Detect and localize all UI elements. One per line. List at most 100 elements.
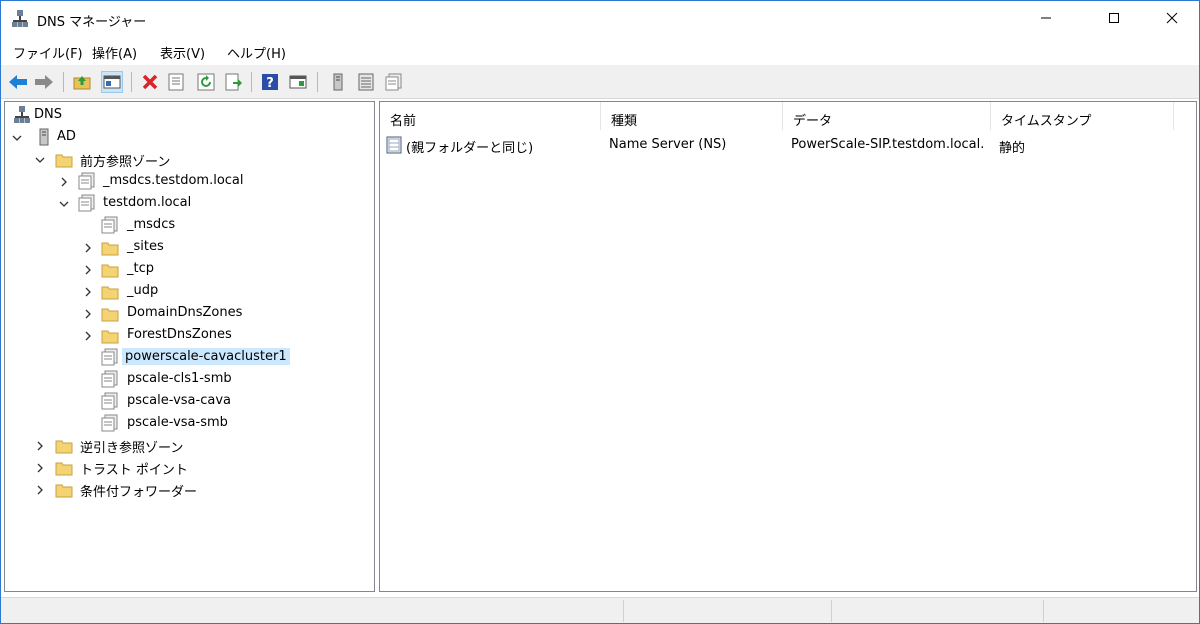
column-header-type[interactable]: 種類	[601, 102, 783, 130]
tree-item-conditional-forwarders[interactable]: 条件付フォワーダー	[5, 479, 365, 500]
folder-icon	[101, 286, 119, 300]
menu-bar: ファイル(F) 操作(A) 表示(V) ヘルプ(H)	[1, 37, 1199, 65]
folder-icon	[101, 264, 119, 278]
chevron-down-icon[interactable]	[58, 198, 70, 210]
toolbar-separator	[63, 72, 64, 92]
records-list-pane[interactable]: 名前 種類 データ タイムスタンプ (親フォルダーと同じ) Name Serve…	[379, 101, 1197, 592]
tree-item-sites[interactable]: _sites	[5, 237, 365, 258]
svg-text:?: ?	[266, 76, 274, 91]
zone-button[interactable]	[383, 71, 405, 93]
tree-label: _sites	[127, 239, 164, 254]
chevron-down-icon[interactable]	[11, 132, 23, 144]
zone-icon	[101, 414, 118, 432]
tree-label: pscale-vsa-smb	[127, 415, 228, 430]
title-bar: DNS マネージャー	[1, 1, 1199, 37]
column-header-timestamp[interactable]: タイムスタンプ	[991, 102, 1174, 130]
record-name: (親フォルダーと同じ)	[406, 141, 534, 156]
menu-help[interactable]: ヘルプ(H)	[227, 43, 286, 62]
export-list-button[interactable]	[223, 71, 245, 93]
tree-label: 逆引き参照ゾーン	[80, 441, 184, 456]
chevron-right-icon[interactable]	[34, 462, 46, 474]
toolbar-separator	[251, 72, 252, 92]
show-hide-console-tree-button[interactable]	[101, 71, 123, 93]
status-segment	[1043, 600, 1193, 622]
up-folder-button[interactable]	[71, 71, 93, 93]
chevron-right-icon[interactable]	[34, 440, 46, 452]
tree-label: DNS	[34, 107, 62, 122]
tree-item-pscale-cls1-smb[interactable]: pscale-cls1-smb	[5, 369, 365, 390]
chevron-right-icon[interactable]	[82, 308, 94, 320]
tree-label: 条件付フォワーダー	[80, 485, 198, 500]
chevron-right-icon[interactable]	[82, 242, 94, 254]
close-button[interactable]	[1149, 1, 1195, 35]
console-tree-icon	[103, 75, 121, 89]
tree-item-msdcs[interactable]: _msdcs	[5, 215, 365, 236]
zone-icon	[101, 370, 118, 388]
folder-icon	[55, 484, 73, 498]
chevron-right-icon[interactable]	[82, 264, 94, 276]
menu-view[interactable]: 表示(V)	[160, 43, 205, 62]
refresh-button[interactable]	[195, 71, 217, 93]
record-data: PowerScale-SIP.testdom.local.	[791, 137, 985, 152]
folder-icon	[101, 242, 119, 256]
delete-button[interactable]	[139, 71, 161, 93]
show-hide-action-pane-button[interactable]	[287, 71, 309, 93]
folder-icon	[55, 462, 73, 476]
tree-item-tcp[interactable]: _tcp	[5, 259, 365, 280]
tree-item-pscale-vsa-smb[interactable]: pscale-vsa-smb	[5, 413, 365, 434]
chevron-down-icon[interactable]	[34, 154, 46, 166]
chevron-right-icon[interactable]	[82, 286, 94, 298]
chevron-right-icon[interactable]	[58, 176, 70, 188]
tree-item-testdom-zone[interactable]: testdom.local	[5, 193, 365, 214]
record-timestamp: 静的	[999, 141, 1026, 156]
toolbar-separator	[131, 72, 132, 92]
folder-icon	[55, 440, 73, 454]
folder-icon	[101, 330, 119, 344]
back-button[interactable]	[7, 71, 29, 93]
column-header-name[interactable]: 名前	[380, 102, 601, 130]
minimize-button[interactable]	[1023, 1, 1069, 35]
tree-label: トラスト ポイント	[80, 463, 188, 478]
tree-item-powerscale-cavacluster1[interactable]: powerscale-cavacluster1	[5, 347, 365, 368]
tree-item-domaindnszones[interactable]: DomainDnsZones	[5, 303, 365, 324]
zone-icon	[78, 194, 95, 212]
server-button[interactable]	[327, 71, 349, 93]
tree-item-dns[interactable]: DNS	[5, 105, 365, 126]
up-folder-icon	[73, 76, 91, 90]
dns-icon	[14, 106, 30, 123]
tree-item-server-ad[interactable]: AD	[5, 127, 365, 148]
record-type: Name Server (NS)	[609, 137, 727, 152]
record-icon	[386, 136, 402, 154]
zone-icon	[101, 392, 118, 410]
dns-manager-window: DNS マネージャー ファイル(F) 操作(A) 表示(V) ヘルプ(H) ? …	[0, 0, 1200, 624]
tree-item-pscale-vsa-cava[interactable]: pscale-vsa-cava	[5, 391, 365, 412]
tree-item-reverse-zones[interactable]: 逆引き参照ゾーン	[5, 435, 365, 456]
properties-button[interactable]	[165, 71, 187, 93]
chevron-right-icon[interactable]	[82, 330, 94, 342]
properties-icon	[168, 73, 184, 91]
status-segment	[831, 600, 1041, 622]
folder-icon	[55, 154, 73, 168]
tree-label: _msdcs	[127, 217, 176, 232]
maximize-button[interactable]	[1091, 1, 1137, 35]
forward-button[interactable]	[33, 71, 55, 93]
tree-label: pscale-cls1-smb	[127, 371, 232, 386]
maximize-icon	[1109, 13, 1119, 23]
menu-file[interactable]: ファイル(F)	[13, 43, 83, 62]
help-button[interactable]: ?	[259, 71, 281, 93]
console-tree-pane[interactable]: DNS AD 前方参照ゾーン _msdcs.testdom.local test…	[4, 101, 375, 592]
list-button[interactable]	[355, 71, 377, 93]
zone-icon	[385, 73, 402, 91]
tree-item-forestdnszones[interactable]: ForestDnsZones	[5, 325, 365, 346]
delete-icon	[142, 74, 158, 90]
list-icon	[358, 73, 374, 91]
column-header-data[interactable]: データ	[783, 102, 991, 130]
tree-label: pscale-vsa-cava	[127, 393, 231, 408]
window-title: DNS マネージャー	[37, 15, 147, 30]
chevron-right-icon[interactable]	[34, 484, 46, 496]
tree-item-forward-zones[interactable]: 前方参照ゾーン	[5, 149, 365, 170]
tree-item-udp[interactable]: _udp	[5, 281, 365, 302]
menu-action[interactable]: 操作(A)	[92, 43, 137, 62]
tree-item-trust-points[interactable]: トラスト ポイント	[5, 457, 365, 478]
tree-item-msdcs-zone[interactable]: _msdcs.testdom.local	[5, 171, 365, 192]
